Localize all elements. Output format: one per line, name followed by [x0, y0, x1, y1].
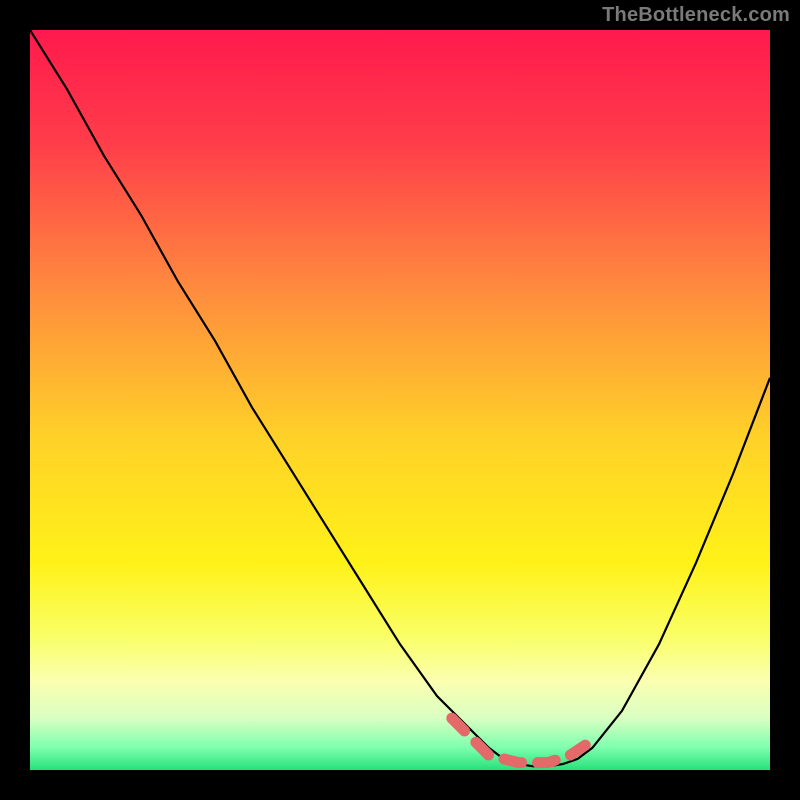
plot-area [30, 30, 770, 770]
chart-svg [0, 0, 800, 800]
chart-frame: TheBottleneck.com [0, 0, 800, 800]
